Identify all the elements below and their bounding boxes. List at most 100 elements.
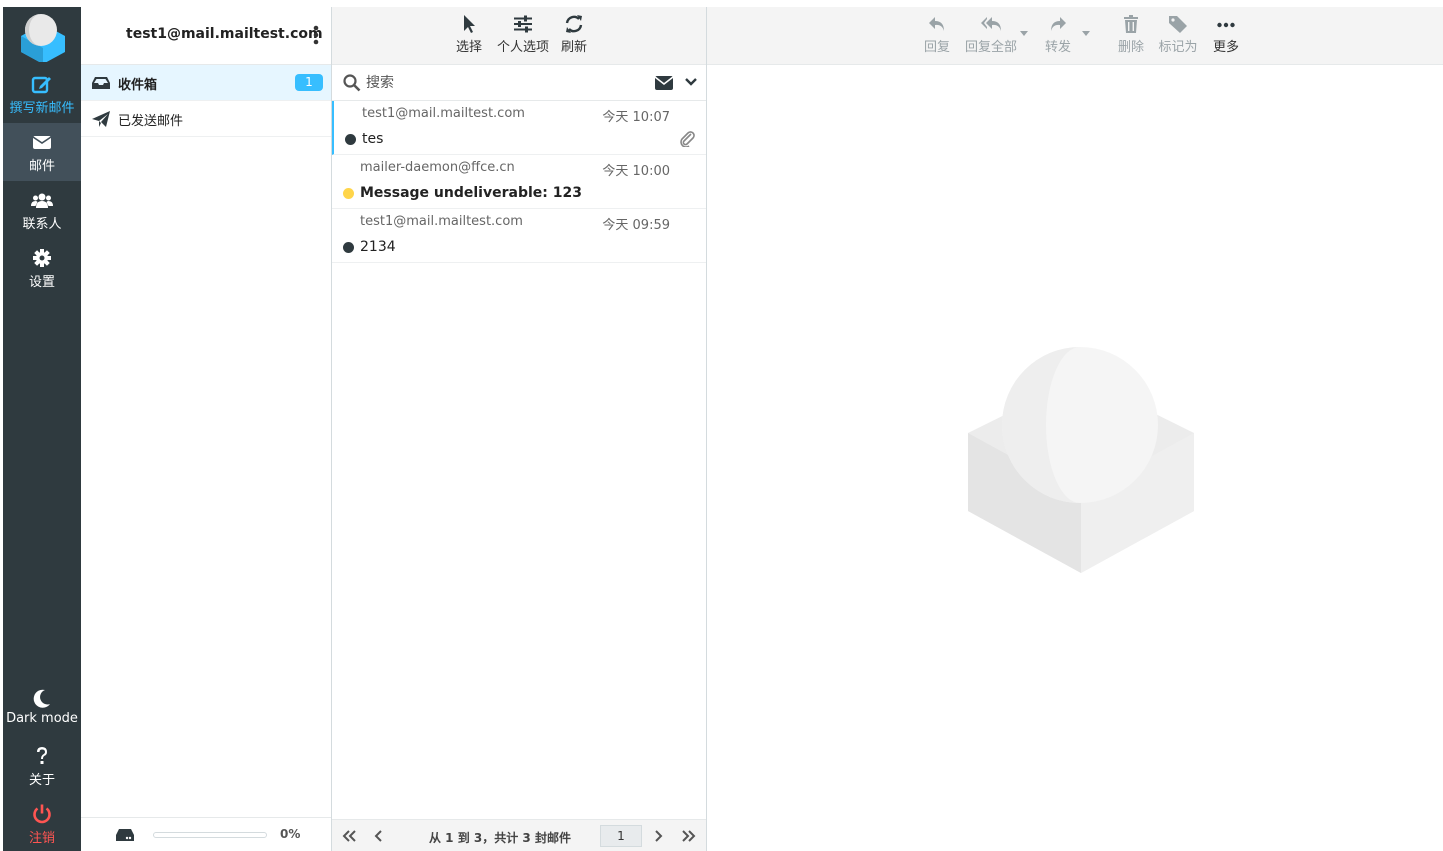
message-toolbar: 回复 回复全部 转发 删除 标记为 更多: [707, 7, 1443, 65]
message-from: mailer-daemon@ffce.cn: [360, 160, 515, 175]
paperclip-icon: [680, 131, 695, 147]
message-list-panel: 选择 个人选项 刷新 搜索 test1@mail.mailtest.com 今天…: [332, 7, 707, 851]
quota-footer: 0%: [81, 817, 331, 851]
more-button[interactable]: 更多: [1210, 14, 1242, 55]
folder-sent[interactable]: 已发送邮件: [81, 101, 331, 137]
nav-settings[interactable]: 设置: [3, 239, 81, 297]
search-icon[interactable]: [343, 74, 361, 92]
nav-mail[interactable]: 邮件: [3, 123, 81, 181]
logout-label: 注销: [28, 831, 55, 846]
forward-icon: [1051, 17, 1066, 31]
reply-button[interactable]: 回复: [920, 14, 954, 55]
cursor-icon: [464, 15, 475, 33]
message-row[interactable]: test1@mail.mailtest.com 今天 09:59 2134: [332, 209, 706, 263]
trash-icon: [1124, 15, 1138, 33]
moon-icon: [33, 689, 50, 708]
message-subject: 2134: [360, 239, 396, 255]
unread-count-badge: 1: [295, 74, 323, 91]
refresh-icon: [565, 15, 583, 33]
mark-button[interactable]: 标记为: [1158, 14, 1198, 55]
sliders-icon: [514, 15, 532, 33]
reply-icon: [929, 17, 944, 31]
message-subject: tes: [362, 131, 384, 147]
forward-dropdown-icon[interactable]: [1082, 31, 1090, 37]
message-row[interactable]: mailer-daemon@ffce.cn 今天 10:00 Message u…: [332, 155, 706, 209]
forward-button[interactable]: 转发: [1041, 14, 1075, 55]
delete-label: 删除: [1117, 40, 1144, 55]
reply-all-dropdown-icon[interactable]: [1020, 31, 1028, 37]
folder-inbox[interactable]: 收件箱 1: [81, 65, 331, 101]
reply-all-icon: [981, 17, 1001, 31]
more-vertical-icon[interactable]: [313, 25, 319, 45]
inbox-icon: [92, 77, 110, 89]
status-dot[interactable]: [343, 242, 354, 253]
quota-text: 0%: [280, 827, 301, 841]
reply-label: 回复: [923, 40, 950, 55]
contacts-label: 联系人: [22, 217, 62, 232]
message-date: 今天 09:59: [602, 218, 670, 233]
more-horizontal-icon: [1217, 22, 1235, 28]
top-strip: [0, 0, 1443, 7]
mark-label: 标记为: [1158, 40, 1198, 55]
roundcube-watermark-icon: [968, 347, 1194, 573]
folder-panel: test1@mail.mailtest.com 收件箱 1 已发送邮件 0%: [81, 7, 332, 851]
refresh-button[interactable]: 刷新: [556, 14, 592, 55]
quota-bar: [153, 832, 267, 838]
paper-plane-icon: [92, 111, 110, 127]
message-content-panel: 回复 回复全部 转发 删除 标记为 更多: [707, 7, 1443, 851]
main-navigation: 撰写新邮件 邮件 联系人 设置 Dark mode 关于 注销: [3, 7, 81, 851]
folder-panel-header: test1@mail.mailtest.com: [81, 7, 331, 65]
list-options-button[interactable]: 个人选项: [494, 14, 552, 55]
tag-icon: [1169, 16, 1187, 33]
folder-sent-label: 已发送邮件: [118, 114, 184, 129]
chevron-down-icon[interactable]: [685, 76, 697, 88]
refresh-label: 刷新: [560, 40, 587, 55]
mail-label: 邮件: [28, 159, 55, 174]
reply-all-button[interactable]: 回复全部: [963, 14, 1019, 55]
storage-icon: [116, 829, 134, 841]
prev-page-icon[interactable]: [371, 829, 387, 843]
reply-all-label: 回复全部: [964, 40, 1017, 55]
nav-contacts[interactable]: 联系人: [3, 181, 81, 239]
delete-button[interactable]: 删除: [1114, 14, 1148, 55]
app-logo-icon[interactable]: [17, 10, 69, 62]
compose-label: 撰写新邮件: [9, 101, 75, 116]
envelope-icon[interactable]: [655, 76, 673, 90]
status-dot[interactable]: [343, 188, 354, 199]
select-button[interactable]: 选择: [449, 14, 489, 55]
message-from: test1@mail.mailtest.com: [360, 214, 523, 229]
gear-icon: [33, 249, 51, 267]
list-toolbar: 选择 个人选项 刷新: [332, 7, 706, 65]
message-row[interactable]: test1@mail.mailtest.com 今天 10:07 tes: [332, 101, 706, 155]
message-from: test1@mail.mailtest.com: [362, 106, 525, 121]
status-dot[interactable]: [345, 134, 356, 145]
dark-mode-toggle[interactable]: Dark mode: [3, 679, 81, 737]
pagination: 从 1 到 3，共计 3 封邮件: [332, 819, 706, 851]
dark-mode-label: Dark mode: [6, 711, 78, 726]
select-label: 选择: [455, 40, 482, 55]
account-email: test1@mail.mailtest.com: [126, 26, 323, 42]
message-subject: Message undeliverable: 123: [360, 185, 582, 201]
users-icon: [31, 193, 53, 208]
logout-button[interactable]: 注销: [3, 795, 81, 851]
question-icon: [37, 747, 47, 764]
compose-icon: [31, 76, 51, 94]
search-bar: [332, 65, 706, 101]
first-page-icon[interactable]: [341, 829, 357, 843]
search-input[interactable]: [366, 71, 616, 95]
last-page-icon[interactable]: [681, 829, 697, 843]
about-button[interactable]: 关于: [3, 737, 81, 795]
forward-label: 转发: [1044, 40, 1071, 55]
page-count-text: 从 1 到 3，共计 3 封邮件: [429, 831, 571, 845]
message-date: 今天 10:07: [602, 110, 670, 125]
power-icon: [33, 804, 51, 824]
list-options-label: 个人选项: [496, 40, 549, 55]
settings-label: 设置: [28, 275, 55, 290]
folder-inbox-label: 收件箱: [118, 78, 158, 93]
compose-button[interactable]: 撰写新邮件: [3, 65, 81, 123]
next-page-icon[interactable]: [650, 829, 666, 843]
page-number-input[interactable]: [600, 825, 642, 847]
about-label: 关于: [28, 773, 55, 788]
envelope-icon: [32, 136, 52, 149]
message-date: 今天 10:00: [602, 164, 670, 179]
